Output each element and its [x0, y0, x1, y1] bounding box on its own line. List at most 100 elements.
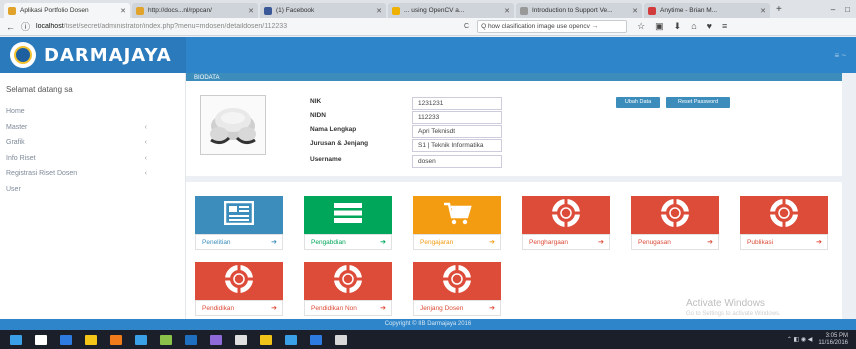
tab-label: http://docs...nl/rppcan/ — [148, 7, 212, 14]
tile-footer[interactable]: Pendidikan Non ➔ — [304, 300, 392, 316]
tile-label: Pengabdian — [311, 238, 346, 246]
tile-publikasi[interactable]: Publikasi ➔ — [740, 196, 828, 250]
pocket-icon[interactable]: ♥ — [707, 21, 712, 32]
tab-label: Introduction to Support Ve... — [532, 7, 613, 14]
browser-tab[interactable]: http://docs...nl/rppcan/ ✕ — [132, 3, 258, 18]
tile-pendidikan-non[interactable]: Pendidikan Non ➔ — [304, 262, 392, 316]
taskbar-app-icon[interactable] — [60, 334, 72, 345]
footer: Copyright © IIB Darmajaya 2016 — [0, 319, 856, 330]
tab-close-icon[interactable]: ✕ — [248, 7, 254, 15]
tab-close-icon[interactable]: ✕ — [120, 7, 126, 15]
tile-header — [195, 196, 283, 234]
browser-tab[interactable]: Aplikasi Portfolio Dosen ✕ — [4, 3, 130, 18]
taskbar-app-icon[interactable] — [260, 334, 272, 345]
browser-tab[interactable]: ... using OpenCV a... ✕ — [388, 3, 514, 18]
new-tab-button[interactable]: + — [776, 4, 782, 15]
profile-field-label: NIDN — [310, 112, 326, 119]
bookmark-star-icon[interactable]: ☆ — [637, 21, 645, 32]
logo-area[interactable]: DARMAJAYA — [0, 37, 186, 73]
tile-penugasan[interactable]: Penugasan ➔ — [631, 196, 719, 250]
tile-penghargaan[interactable]: Penghargaan ➔ — [522, 196, 610, 250]
reader-icon[interactable]: ▣ — [655, 21, 664, 32]
avatar — [200, 95, 266, 155]
tile-footer[interactable]: Pengajaran ➔ — [413, 234, 501, 250]
newspaper-icon — [223, 200, 255, 230]
reload-icon[interactable]: C — [464, 23, 469, 30]
arrow-circle-right-icon: ➔ — [816, 239, 822, 246]
tile-footer[interactable]: Penghargaan ➔ — [522, 234, 610, 250]
tab-favicon-icon — [520, 6, 528, 15]
sidebar-item-info-riset[interactable]: Info Riset ‹ — [0, 151, 185, 167]
tile-penelitian[interactable]: Penelitian ➔ — [195, 196, 283, 250]
minimize-button[interactable]: – — [831, 5, 835, 14]
url-field[interactable]: localhost/tiset/secret/administrator/ind… — [36, 23, 456, 30]
tab-close-icon[interactable]: ✕ — [632, 7, 638, 15]
taskbar-app-icon[interactable] — [160, 334, 172, 345]
taskbar-app-icon[interactable] — [35, 334, 47, 345]
clock-date[interactable]: 11/16/2016 — [818, 340, 848, 347]
tab-favicon-icon — [264, 6, 272, 15]
browser-tab[interactable]: Anytime - Brian M... ✕ — [644, 3, 770, 18]
tile-pengabdian[interactable]: Pengabdian ➔ — [304, 196, 392, 250]
sidebar-item-home[interactable]: Home — [0, 104, 185, 120]
tab-close-icon[interactable]: ✕ — [504, 7, 510, 15]
tab-close-icon[interactable]: ✕ — [760, 7, 766, 15]
tile-label: Pengajaran — [420, 238, 454, 246]
taskbar-app-icon[interactable] — [110, 334, 122, 345]
windows-start-icon[interactable] — [10, 334, 22, 345]
reset-password-button[interactable]: Reset Password — [666, 97, 730, 108]
profile-field-value: S1 | Teknik Informatika — [412, 139, 502, 152]
address-bar: ← ⓘ localhost/tiset/secret/administrator… — [0, 18, 856, 36]
tile-footer[interactable]: Jenjang Dosen ➔ — [413, 300, 501, 316]
arrow-circle-right-icon: ➔ — [271, 305, 277, 312]
taskbar-app-icon[interactable] — [85, 334, 97, 345]
download-icon[interactable]: ⬇ — [674, 21, 682, 32]
tile-footer[interactable]: Pendidikan ➔ — [195, 300, 283, 316]
arrow-circle-right-icon: ➔ — [489, 239, 495, 246]
header-toggle-icon[interactable]: ≡ ~ — [834, 51, 846, 60]
sidebar-item-user[interactable]: User — [0, 182, 185, 198]
sidebar-item-grafik[interactable]: Grafik ‹ — [0, 135, 185, 151]
tile-footer[interactable]: Pengabdian ➔ — [304, 234, 392, 250]
sidebar-item-label: Home — [6, 108, 25, 116]
maximize-button[interactable]: □ — [845, 5, 850, 14]
clock-time[interactable]: 3:05 PM — [818, 333, 848, 340]
tile-pengajaran[interactable]: Pengajaran ➔ — [413, 196, 501, 250]
browser-tab[interactable]: Introduction to Support Ve... ✕ — [516, 3, 642, 18]
site-info-icon[interactable]: ⓘ — [21, 20, 30, 33]
sidebar-item-registrasi-riset-dosen[interactable]: Registrasi Riset Dosen ‹ — [0, 166, 185, 182]
back-arrow-icon[interactable]: ← — [6, 22, 15, 32]
tile-header — [631, 196, 719, 234]
edit-data-button[interactable]: Ubah Data — [616, 97, 660, 108]
tile-footer[interactable]: Publikasi ➔ — [740, 234, 828, 250]
taskbar-app-icon[interactable] — [135, 334, 147, 345]
taskbar-app-icon[interactable] — [335, 334, 347, 345]
arrow-circle-right-icon: ➔ — [707, 239, 713, 246]
taskbar-app-icon[interactable] — [210, 334, 222, 345]
tile-pendidikan[interactable]: Pendidikan ➔ — [195, 262, 283, 316]
tile-label: Pendidikan Non — [311, 304, 357, 312]
tile-header — [740, 196, 828, 234]
tile-footer[interactable]: Penugasan ➔ — [631, 234, 719, 250]
tile-footer[interactable]: Penelitian ➔ — [195, 234, 283, 250]
menu-icon[interactable]: ≡ — [722, 21, 727, 32]
app-header: DARMAJAYA ≡ ~ — [0, 37, 856, 73]
taskbar-app-icon[interactable] — [235, 334, 247, 345]
tile-header — [413, 196, 501, 234]
home-icon[interactable]: ⌂ — [691, 21, 696, 32]
search-input[interactable]: Q how clasification image use opencv → — [477, 20, 628, 33]
browser-tab[interactable]: (1) Facebook ✕ — [260, 3, 386, 18]
taskbar-app-icon[interactable] — [185, 334, 197, 345]
taskbar-app-icon[interactable] — [310, 334, 322, 345]
tile-label: Penghargaan — [529, 238, 569, 246]
lifebuoy-icon — [552, 198, 580, 232]
arrow-circle-right-icon: ➔ — [489, 305, 495, 312]
cart-icon — [442, 201, 472, 230]
arrow-circle-right-icon: ➔ — [380, 239, 386, 246]
tab-close-icon[interactable]: ✕ — [376, 7, 382, 15]
tray-icons[interactable]: ⌃ ◧ ◉ ◀ — [787, 336, 813, 343]
sidebar-item-master[interactable]: Master ‹ — [0, 120, 185, 136]
tile-jenjang-dosen[interactable]: Jenjang Dosen ➔ — [413, 262, 501, 316]
chevron-left-icon: ‹ — [144, 139, 147, 147]
taskbar-app-icon[interactable] — [285, 334, 297, 345]
